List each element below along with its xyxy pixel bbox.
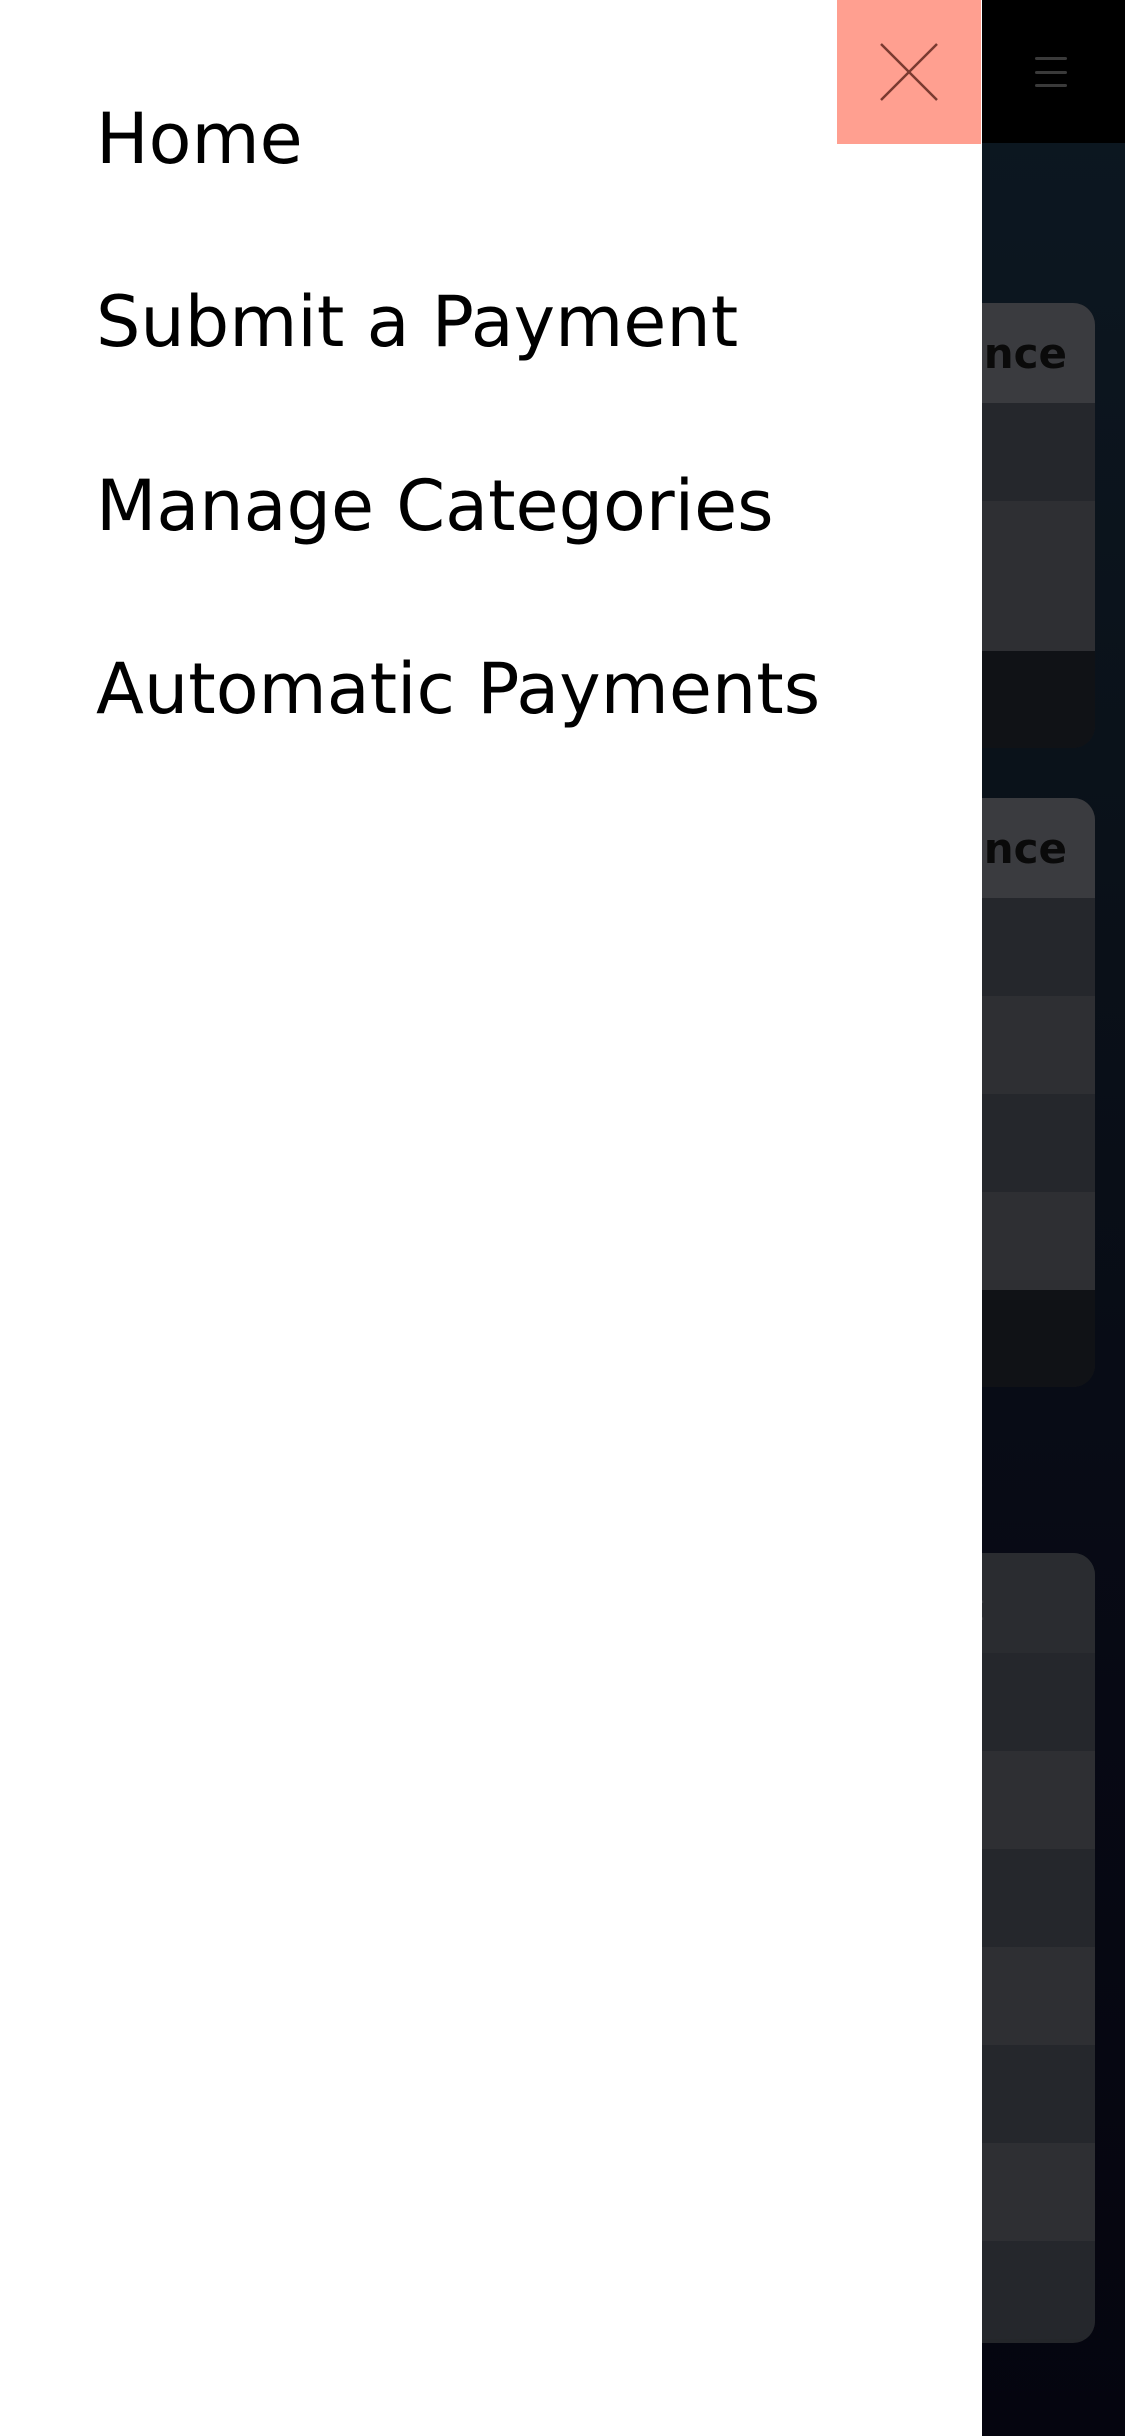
nav-item-manage-categories[interactable]: Manage Categories: [96, 471, 774, 541]
nav-item-automatic-payments[interactable]: Automatic Payments: [96, 654, 820, 724]
close-icon: [880, 43, 938, 101]
close-button[interactable]: [837, 0, 981, 144]
navigation-drawer: Home Submit a Payment Manage Categories …: [0, 0, 982, 2436]
nav-item-submit-payment[interactable]: Submit a Payment: [96, 287, 738, 357]
nav-item-home[interactable]: Home: [96, 104, 303, 174]
hamburger-icon[interactable]: [1035, 57, 1067, 87]
